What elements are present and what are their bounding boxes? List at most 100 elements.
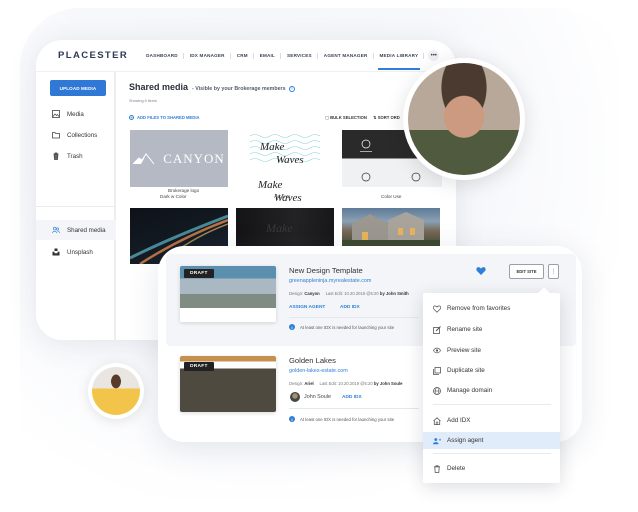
last-edit: Last Edit: 10.20.2019 @5:20	[319, 381, 373, 386]
canyon-logo-text: CANYON	[163, 150, 225, 166]
site-name: Golden Lakes	[289, 356, 336, 365]
agent-avatar-small	[88, 363, 144, 419]
trash-icon	[433, 464, 441, 473]
agent-name: John Soule	[304, 394, 331, 400]
design-value: Ariel	[304, 381, 314, 386]
media-thumb-house[interactable]	[342, 208, 440, 246]
svg-text:Make: Make	[257, 179, 283, 191]
last-edit-by: by John Soule	[373, 381, 403, 386]
nav-idx-manager[interactable]: IDX MANAGER	[184, 40, 231, 72]
bulk-selection-button[interactable]: ▢ BULK SELECTION	[325, 115, 367, 120]
sidebar-item-label: Shared media	[67, 226, 106, 234]
menu-item-delete[interactable]: Delete	[423, 460, 560, 477]
page-title: Shared media	[129, 82, 189, 92]
nav-services[interactable]: SERVICES	[281, 40, 318, 72]
agent-photo	[92, 367, 140, 415]
trash-icon	[52, 152, 60, 160]
svg-text:Make: Make	[265, 221, 293, 235]
menu-item-label: Delete	[447, 465, 466, 472]
sidebar-item-media[interactable]: Media	[36, 104, 116, 124]
idx-notice: i At least one IDX is needed for launchi…	[289, 324, 394, 330]
notice-text: At least one IDX is needed for launching…	[300, 416, 395, 422]
user-plus-icon	[433, 437, 441, 445]
kebab-icon: ⋮	[550, 269, 557, 275]
media-caption: Brokerage logo	[168, 188, 200, 193]
favorite-heart-icon[interactable]	[476, 266, 486, 276]
media-thumb-make-waves-accent[interactable]: Make Waves	[250, 130, 320, 170]
site-options-menu: Remove from favorites Rename site Previe…	[423, 293, 560, 483]
image-icon	[52, 110, 60, 118]
notice-text: At least one IDX is needed for launching…	[300, 324, 395, 330]
assign-agent-button[interactable]: ASSIGN AGENT	[289, 305, 325, 310]
menu-item-label: Manage domain	[447, 387, 493, 394]
sidebar-item-collections[interactable]: Collections	[36, 125, 116, 145]
svg-text:Waves: Waves	[276, 154, 304, 166]
site-meta: Design: Ariel Last Edit: 10.20.2019 @5:2…	[289, 381, 402, 386]
edit-site-button[interactable]: EDIT SITE	[509, 264, 544, 279]
add-idx-button[interactable]: ADD IDX	[340, 305, 360, 310]
unsplash-icon	[52, 248, 60, 256]
draft-badge: DRAFT	[184, 362, 214, 371]
sidebar-item-label: Collections	[67, 131, 98, 139]
more-options-button[interactable]: ⋮	[548, 264, 559, 279]
nav-media-library[interactable]: MEDIA LIBRARY	[374, 40, 425, 72]
users-icon	[52, 226, 60, 234]
sidebar-item-shared-media[interactable]: Shared media	[36, 220, 116, 240]
sort-order-button[interactable]: ⇅ SORT ORD	[373, 115, 400, 120]
media-caption: Dark w Color	[160, 194, 187, 199]
sidebar-item-unsplash[interactable]: Unsplash	[36, 242, 116, 262]
help-icon[interactable]: ?	[288, 85, 295, 92]
top-nav: PLACESTER DASHBOARD IDX MANAGER CRM EMAI…	[36, 40, 456, 72]
media-caption: Accents	[274, 194, 291, 199]
site-url-link[interactable]: golden-lakes-estate.com	[289, 368, 348, 374]
site-thumbnail[interactable]: DRAFT	[180, 266, 276, 322]
eye-icon	[433, 347, 441, 355]
media-thumb-make-waves-dark[interactable]: Make	[236, 208, 334, 246]
add-files-button[interactable]: + ADD FILES TO SHARED MEDIA	[129, 115, 200, 120]
draft-badge: DRAFT	[184, 269, 214, 278]
site-meta: Design: Canyon Last Edit: 10.20.2019 @5:…	[289, 291, 409, 296]
menu-item-label: Remove from favorites	[447, 305, 511, 312]
menu-item-label: Rename site	[447, 326, 483, 333]
brand-logo[interactable]: PLACESTER	[58, 50, 128, 61]
menu-item-add-idx[interactable]: Add IDX	[423, 412, 560, 429]
svg-text:Make: Make	[259, 141, 285, 153]
site-url-link[interactable]: greenappleninja.myrealestate.com	[289, 278, 371, 284]
menu-item-manage-domain[interactable]: Manage domain	[423, 382, 560, 399]
sidebar: UPLOAD MEDIA Media Collections Trash Sha…	[36, 72, 116, 340]
menu-item-rename[interactable]: Rename site	[423, 321, 560, 338]
info-icon: i	[289, 416, 295, 422]
nav-dashboard[interactable]: DASHBOARD	[140, 40, 184, 72]
nav-agent-manager[interactable]: AGENT MANAGER	[318, 40, 374, 72]
more-menu-button[interactable]: •••	[428, 50, 440, 61]
bulk-selection-label: BULK SELECTION	[330, 115, 367, 120]
edit-icon	[433, 325, 441, 334]
plus-circle-icon: +	[129, 115, 134, 120]
menu-item-duplicate[interactable]: Duplicate site	[423, 362, 560, 379]
dark-waves-image: Make	[265, 221, 293, 235]
design-label: Design:	[289, 291, 304, 296]
sidebar-divider	[36, 206, 116, 207]
site-thumbnail[interactable]: DRAFT	[180, 356, 276, 412]
nav-crm[interactable]: CRM	[231, 40, 254, 72]
info-icon: i	[289, 324, 295, 330]
copy-icon	[433, 366, 441, 375]
menu-item-remove-favorite[interactable]: Remove from favorites	[423, 300, 560, 317]
media-thumb-canyon-logo[interactable]: CANYON	[130, 130, 228, 187]
idx-notice: i At least one IDX is needed for launchi…	[289, 416, 394, 422]
upload-media-button[interactable]: UPLOAD MEDIA	[50, 80, 106, 96]
item-count: Showing 6 items	[129, 99, 157, 103]
make-waves-logo: Make Waves	[257, 179, 302, 204]
sidebar-item-label: Trash	[67, 152, 83, 160]
menu-item-label: Add IDX	[447, 417, 471, 424]
menu-item-assign-agent[interactable]: Assign agent	[423, 432, 560, 449]
media-thumb-make-waves[interactable]: Make Waves	[250, 172, 320, 207]
last-edit: Last Edit: 10.20.2019 @5:20	[325, 291, 379, 296]
menu-item-preview[interactable]: Preview site	[423, 342, 560, 359]
sidebar-item-trash[interactable]: Trash	[36, 146, 116, 166]
add-idx-button[interactable]: ADD IDX	[342, 395, 362, 400]
design-value: Canyon	[304, 291, 320, 296]
menu-item-label: Assign agent	[447, 437, 484, 444]
nav-email[interactable]: EMAIL	[254, 40, 282, 72]
sort-label: SORT ORD	[377, 115, 400, 120]
